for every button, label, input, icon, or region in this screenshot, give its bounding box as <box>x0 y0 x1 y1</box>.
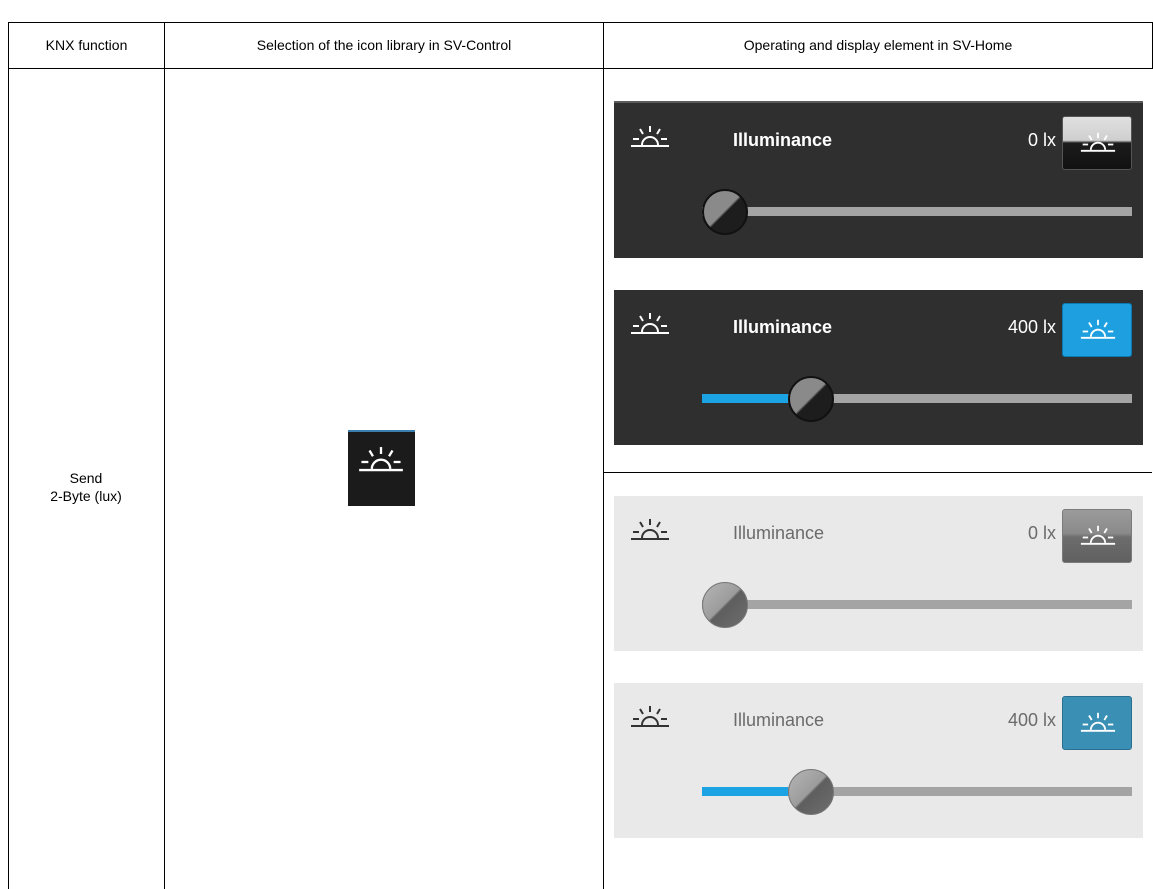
slider-track[interactable] <box>702 600 1132 609</box>
illuminance-button[interactable] <box>1062 696 1132 750</box>
illuminance-button[interactable] <box>1062 509 1132 563</box>
function-line-1: Send <box>69 470 103 486</box>
header-divider <box>8 68 1152 69</box>
panel-label: Illuminance <box>733 710 825 730</box>
illuminance-panel-light-on: Illuminance 400 lx <box>614 683 1143 838</box>
sunrise-icon <box>630 704 670 734</box>
header-operating-element: Operating and display element in SV-Home <box>743 37 1013 53</box>
sunrise-icon <box>630 517 670 547</box>
panel-value: 0 lx <box>1027 523 1056 543</box>
panel-label: Illuminance <box>733 317 833 337</box>
illuminance-button[interactable] <box>1062 116 1132 170</box>
column-divider-1 <box>164 22 165 889</box>
panel-value: 0 lx <box>1027 130 1056 150</box>
illuminance-panel-light-off: Illuminance 0 lx <box>614 496 1143 651</box>
sunrise-icon <box>1080 131 1116 158</box>
slider-thumb[interactable] <box>788 376 834 422</box>
panel-value: 400 lx <box>1007 710 1056 730</box>
slider-thumb[interactable] <box>788 769 834 815</box>
sunrise-icon <box>348 430 415 506</box>
table-border-left <box>8 22 9 889</box>
slider-thumb[interactable] <box>702 582 748 628</box>
slider-track[interactable] <box>702 787 1132 796</box>
illuminance-panel-dark-on: Illuminance 400 lx <box>614 290 1143 445</box>
column-divider-2 <box>603 22 604 889</box>
knx-function-cell: Send 2-Byte (lux) <box>10 469 162 505</box>
slider-track[interactable] <box>702 207 1132 216</box>
theme-divider <box>604 472 1152 473</box>
sunrise-icon <box>1080 524 1116 551</box>
panel-value: 400 lx <box>1007 317 1056 337</box>
header-icon-library: Selection of the icon library in SV-Cont… <box>256 37 512 53</box>
slider-fill <box>702 787 788 796</box>
illuminance-panel-dark-off: Illuminance 0 lx <box>614 101 1143 258</box>
sunrise-icon <box>630 124 670 154</box>
function-line-2: 2-Byte (lux) <box>50 488 122 504</box>
slider-thumb[interactable] <box>702 189 748 235</box>
header-knx-function: KNX function <box>45 37 128 53</box>
sunrise-icon <box>1080 318 1116 345</box>
panel-label: Illuminance <box>733 523 825 543</box>
sunrise-icon <box>1080 711 1116 738</box>
sunrise-icon <box>630 311 670 341</box>
slider-fill <box>702 394 788 403</box>
illuminance-button[interactable] <box>1062 303 1132 357</box>
slider-track[interactable] <box>702 394 1132 403</box>
panel-label: Illuminance <box>733 130 833 150</box>
